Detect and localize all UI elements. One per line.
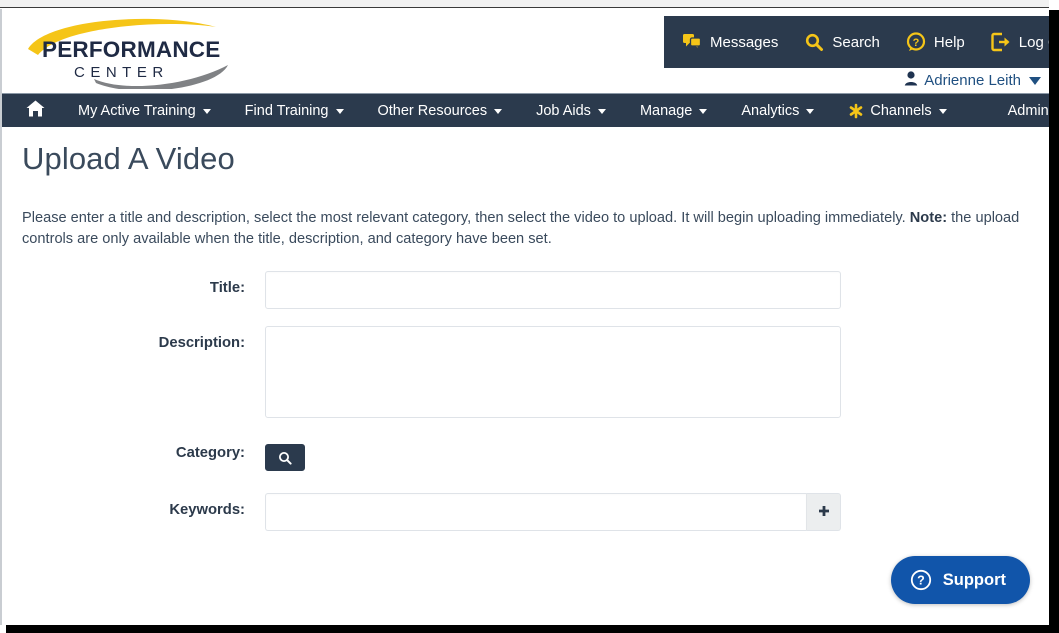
nav-item-admin[interactable]: Admin xyxy=(964,94,1049,127)
intro-note-label: Note: xyxy=(909,210,948,226)
nav-item-channels[interactable]: Channels xyxy=(831,94,963,127)
utility-help-label: Help xyxy=(933,33,965,51)
chevron-down-icon xyxy=(938,109,947,114)
utility-messages-label: Messages xyxy=(710,33,779,51)
chevron-down-icon xyxy=(597,109,606,114)
keywords-input[interactable] xyxy=(265,493,806,532)
channels-asterisk-icon xyxy=(848,103,864,119)
add-keyword-button[interactable] xyxy=(806,493,841,532)
utility-help[interactable]: ? Help xyxy=(906,32,965,52)
nav-item-manage[interactable]: Manage xyxy=(623,94,724,127)
intro-text-part1: Please enter a title and description, se… xyxy=(22,210,910,226)
nav-item-analytics[interactable]: Analytics xyxy=(724,94,831,127)
form-row-category: Category: xyxy=(14,440,1037,472)
nav-label-job-aids: Job Aids xyxy=(536,102,591,119)
chevron-down-icon xyxy=(335,109,344,114)
question-circle-icon: ? xyxy=(910,569,932,591)
chevron-down-icon xyxy=(806,109,815,114)
title-field-wrap xyxy=(265,271,1037,310)
plus-icon xyxy=(817,505,831,519)
title-input[interactable] xyxy=(265,271,841,310)
nav-item-other-resources[interactable]: Other Resources xyxy=(361,94,520,127)
description-label: Description: xyxy=(158,335,245,352)
utility-search-label: Search xyxy=(832,33,880,51)
nav-label-manage: Manage xyxy=(639,102,693,119)
description-field-wrap xyxy=(265,326,1037,423)
keywords-label: Keywords: xyxy=(169,502,245,519)
svg-text:?: ? xyxy=(917,573,925,587)
utility-search[interactable]: Search xyxy=(804,32,880,52)
browser-top-strip xyxy=(0,0,1049,8)
title-label: Title: xyxy=(209,280,245,297)
messages-icon xyxy=(682,32,702,52)
home-icon xyxy=(26,100,45,121)
category-search-button[interactable] xyxy=(265,444,305,472)
description-textarea[interactable] xyxy=(265,326,841,419)
page-viewport: PERFORMANCE CENTER Messages Search ? Hel… xyxy=(2,9,1049,625)
nav-label-other-resources: Other Resources xyxy=(377,102,488,119)
user-menu[interactable]: Adrienne Leith xyxy=(904,71,1041,90)
search-icon xyxy=(278,451,292,465)
nav-label-find-training: Find Training xyxy=(244,102,329,119)
support-button[interactable]: ? Support xyxy=(890,556,1030,604)
nav-item-my-active-training[interactable]: My Active Training xyxy=(61,94,228,127)
intro-paragraph: Please enter a title and description, se… xyxy=(22,208,1029,250)
chevron-down-icon xyxy=(494,109,503,114)
user-name: Adrienne Leith xyxy=(924,72,1021,89)
category-field-wrap xyxy=(265,440,1037,472)
page-title: Upload A Video xyxy=(22,141,235,176)
keywords-input-group xyxy=(265,493,841,532)
nav-label-admin: Admin xyxy=(1007,102,1049,119)
form-row-description: Description: xyxy=(14,326,1037,423)
page-content: Upload A Video Please enter a title and … xyxy=(2,141,1049,532)
nav-label-analytics: Analytics xyxy=(741,102,800,119)
main-navigation: My Active Training Find Training Other R… xyxy=(2,93,1049,127)
category-label: Category: xyxy=(175,445,245,462)
user-icon xyxy=(904,71,918,90)
support-button-label: Support xyxy=(942,570,1006,589)
site-header: PERFORMANCE CENTER Messages Search ? Hel… xyxy=(2,9,1049,93)
utility-logoff[interactable]: Log Off xyxy=(991,32,1049,52)
nav-item-job-aids[interactable]: Job Aids xyxy=(519,94,623,127)
form-row-keywords: Keywords: xyxy=(14,493,1037,532)
chevron-down-icon xyxy=(1029,76,1041,85)
nav-label-channels: Channels xyxy=(870,102,932,119)
logout-icon xyxy=(991,32,1011,52)
utility-navigation: Messages Search ? Help Log xyxy=(664,16,1049,68)
chevron-down-icon xyxy=(699,109,708,114)
form-row-title: Title: xyxy=(14,271,1037,310)
nav-label-my-active-training: My Active Training xyxy=(78,102,196,119)
utility-messages[interactable]: Messages xyxy=(682,32,778,52)
chevron-down-icon xyxy=(202,109,211,114)
nav-item-find-training[interactable]: Find Training xyxy=(228,94,361,127)
window-bottom-edge xyxy=(6,625,1059,633)
keywords-field-wrap xyxy=(265,493,1037,532)
svg-text:CENTER: CENTER xyxy=(74,64,169,81)
performance-center-logo[interactable]: PERFORMANCE CENTER xyxy=(16,13,236,89)
screenshot-root: PERFORMANCE CENTER Messages Search ? Hel… xyxy=(0,0,1059,633)
nav-item-home[interactable] xyxy=(12,94,61,127)
svg-text:PERFORMANCE: PERFORMANCE xyxy=(42,37,220,62)
help-icon: ? xyxy=(906,32,926,52)
search-icon xyxy=(804,32,824,52)
svg-text:?: ? xyxy=(913,37,920,49)
upload-video-form: Title: Description: Category: Keywords: xyxy=(14,271,1037,532)
window-right-edge xyxy=(1049,10,1059,633)
utility-logoff-label: Log Off xyxy=(1018,33,1049,51)
